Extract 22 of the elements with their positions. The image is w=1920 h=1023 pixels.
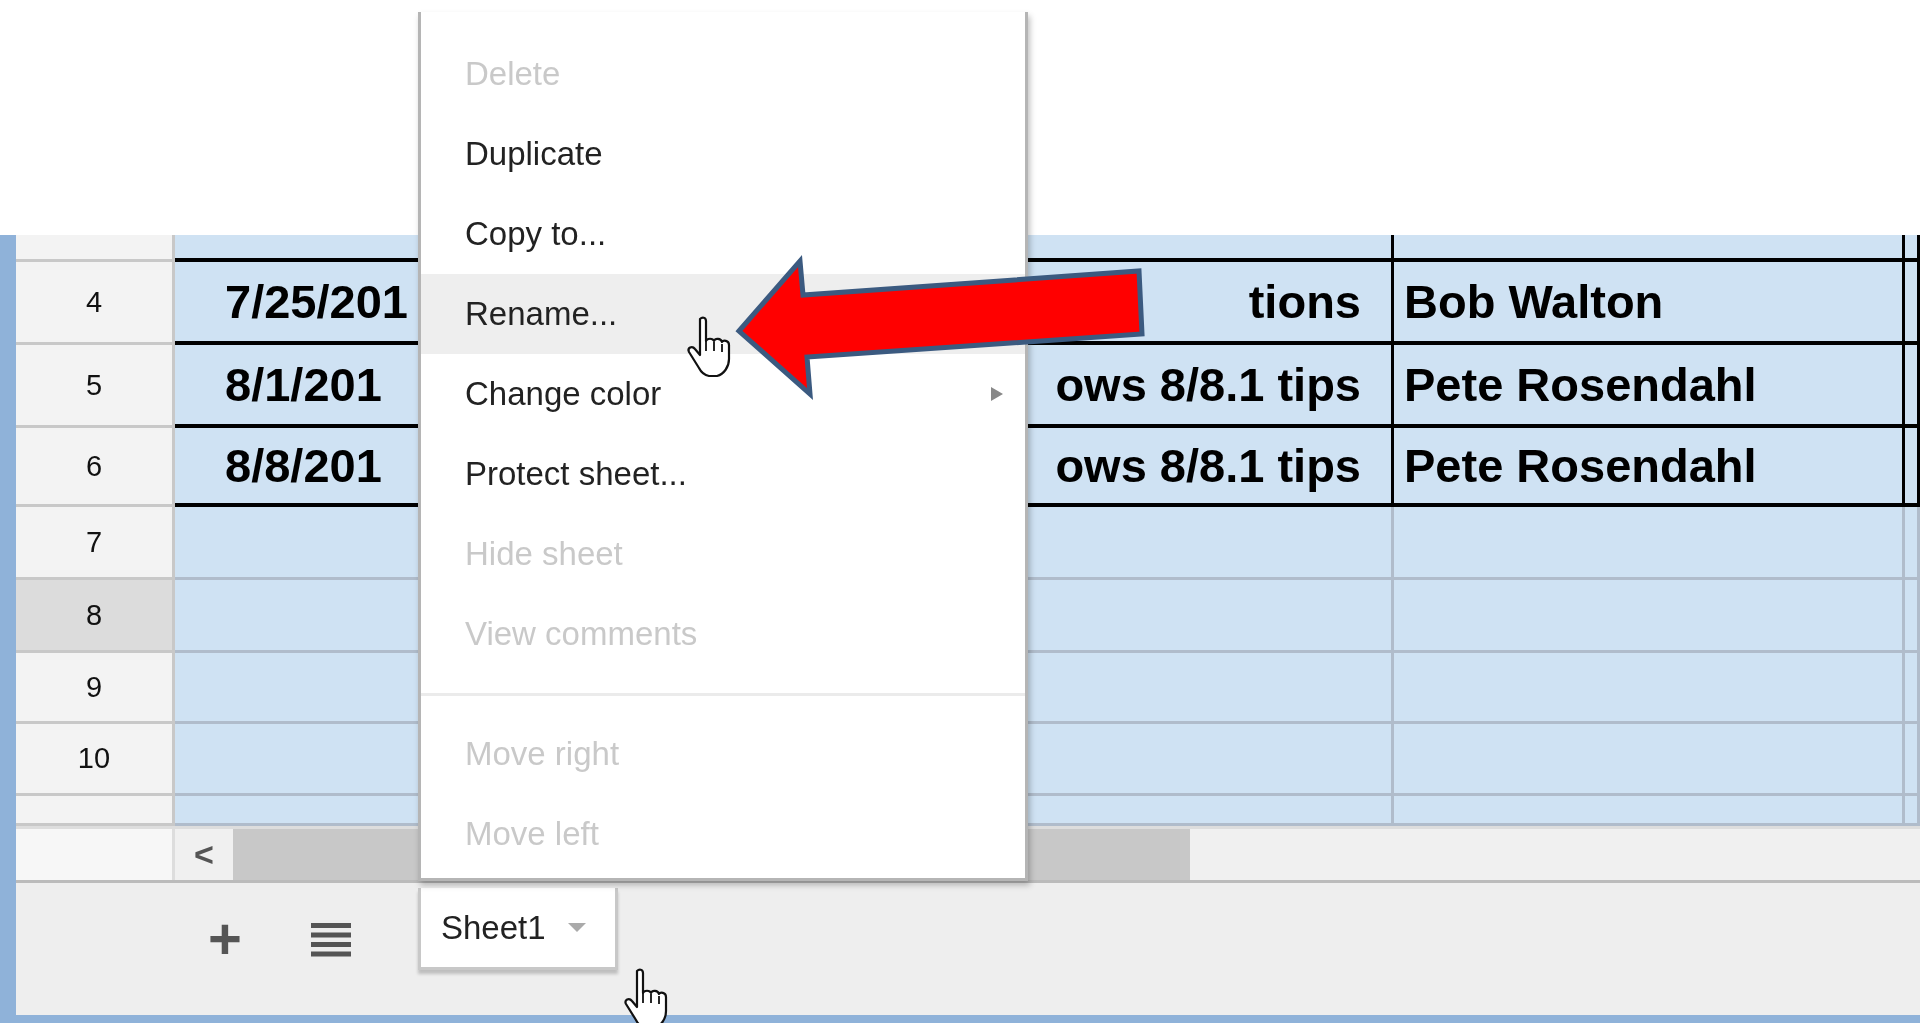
caret-icon bbox=[567, 923, 586, 932]
row-header[interactable]: 4 bbox=[16, 262, 175, 345]
table-cell bbox=[1905, 235, 1920, 262]
scroll-left-button[interactable]: < bbox=[175, 829, 233, 880]
row-header[interactable]: 5 bbox=[16, 345, 175, 428]
row-header[interactable]: 6 bbox=[16, 428, 175, 507]
table-cell: Bob Walton bbox=[1394, 262, 1905, 345]
table-cell: Pete Rosendahl bbox=[1394, 428, 1905, 507]
menu-item[interactable]: Duplicate bbox=[421, 114, 1025, 194]
row-header[interactable] bbox=[16, 796, 175, 826]
row-header[interactable] bbox=[16, 235, 175, 262]
menu-icon[interactable] bbox=[311, 923, 351, 957]
row-header[interactable]: 7 bbox=[16, 507, 175, 580]
table-cell bbox=[1905, 796, 1920, 826]
table-cell: Pete Rosendahl bbox=[1394, 345, 1905, 428]
row-header[interactable]: 8 bbox=[16, 580, 175, 653]
add-sheet-button[interactable]: + bbox=[202, 911, 248, 967]
hand-cursor-icon bbox=[686, 316, 732, 378]
sheet-tab[interactable]: Sheet1 bbox=[418, 888, 618, 970]
row-header[interactable]: 9 bbox=[16, 653, 175, 724]
row-header[interactable]: 10 bbox=[16, 724, 175, 796]
hand-cursor-icon bbox=[623, 968, 669, 1023]
